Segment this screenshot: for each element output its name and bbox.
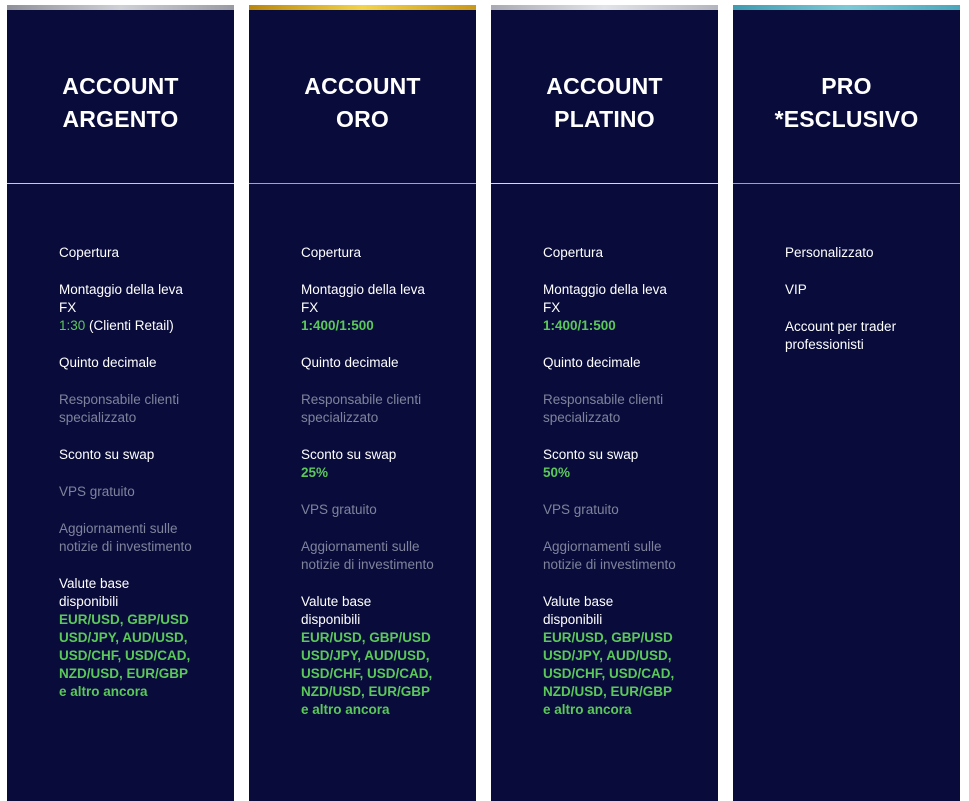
feature-value: EUR/USD, GBP/USD USD/JPY, AUD/USD, USD/C… (301, 630, 433, 717)
feature-vps: VPS gratuito (59, 483, 229, 501)
feature-aggiornamenti: Aggiornamenti sulle notizie di investime… (301, 538, 436, 574)
feature-label: VPS gratuito (301, 502, 377, 517)
account-card-argento: ACCOUNT ARGENTO Copertura Montaggio dell… (7, 5, 234, 801)
card-title: ACCOUNT ORO (304, 73, 421, 132)
feature-label: Quinto decimale (543, 355, 641, 370)
feature-value: 25% (301, 465, 329, 480)
feature-label: Aggiornamenti sulle notizie di investime… (301, 539, 434, 572)
card-title: ACCOUNT PLATINO (546, 73, 663, 132)
feature-quinto-decimale: Quinto decimale (543, 354, 713, 372)
feature-note: (Clienti Retail) (85, 318, 174, 333)
feature-label: Quinto decimale (301, 355, 399, 370)
feature-leva: Montaggio della leva FX 1:400/1:500 (543, 281, 668, 335)
feature-quinto-decimale: Quinto decimale (59, 354, 229, 372)
feature-list: Personalizzato VIP Account per trader pr… (785, 244, 955, 373)
feature-label: Account per trader professionisti (785, 319, 897, 352)
feature-valute: Valute base disponibili EUR/USD, GBP/USD… (301, 593, 436, 719)
feature-label: VIP (785, 282, 807, 297)
feature-label: Aggiornamenti sulle notizie di investime… (543, 539, 676, 572)
feature-responsabile: Responsabile clienti specializzato (59, 391, 194, 427)
feature-vip: VIP (785, 281, 955, 299)
feature-personalizzato: Personalizzato (785, 244, 955, 262)
feature-label: Copertura (543, 245, 604, 260)
feature-professionisti: Account per trader professionisti (785, 318, 915, 354)
feature-responsabile: Responsabile clienti specializzato (543, 391, 678, 427)
feature-value: EUR/USD, GBP/USD USD/JPY, AUD/USD, USD/C… (59, 612, 191, 699)
card-divider (7, 183, 234, 184)
feature-label: Sconto su swap (59, 447, 155, 462)
feature-label: Montaggio della leva FX (301, 282, 425, 315)
feature-list: Copertura Montaggio della leva FX 1:30 (… (59, 244, 229, 720)
feature-label: Copertura (59, 245, 120, 260)
account-card-platino: ACCOUNT PLATINO Copertura Montaggio dell… (491, 5, 718, 801)
feature-label: Quinto decimale (59, 355, 157, 370)
feature-label: Aggiornamenti sulle notizie di investime… (59, 521, 192, 554)
card-header: PRO *ESCLUSIVO (733, 10, 960, 184)
feature-leva: Montaggio della leva FX 1:30 (Clienti Re… (59, 281, 184, 335)
feature-value: 1:400/1:500 (301, 318, 374, 333)
card-divider (249, 183, 476, 184)
feature-sconto-swap: Sconto su swap 50% (543, 446, 713, 482)
feature-copertura: Copertura (301, 244, 471, 262)
feature-value: 1:400/1:500 (543, 318, 616, 333)
feature-list: Copertura Montaggio della leva FX 1:400/… (543, 244, 713, 738)
feature-value: EUR/USD, GBP/USD USD/JPY, AUD/USD, USD/C… (543, 630, 675, 717)
feature-label: Sconto su swap (301, 447, 397, 462)
card-title: ACCOUNT ARGENTO (62, 73, 179, 132)
feature-label: Responsabile clienti specializzato (543, 392, 664, 425)
feature-vps: VPS gratuito (301, 501, 471, 519)
feature-label: Personalizzato (785, 245, 874, 260)
feature-label: Valute base disponibili (543, 594, 614, 627)
feature-label: Valute base disponibili (301, 594, 372, 627)
card-header: ACCOUNT ARGENTO (7, 10, 234, 184)
feature-quinto-decimale: Quinto decimale (301, 354, 471, 372)
feature-copertura: Copertura (59, 244, 229, 262)
feature-sconto-swap: Sconto su swap (59, 446, 229, 464)
feature-label: Responsabile clienti specializzato (301, 392, 422, 425)
feature-value: 50% (543, 465, 571, 480)
feature-valute: Valute base disponibili EUR/USD, GBP/USD… (543, 593, 678, 719)
feature-responsabile: Responsabile clienti specializzato (301, 391, 436, 427)
feature-label: Copertura (301, 245, 362, 260)
account-card-pro-esclusivo: PRO *ESCLUSIVO Personalizzato VIP Accoun… (733, 5, 960, 801)
card-header: ACCOUNT ORO (249, 10, 476, 184)
card-divider (733, 183, 960, 184)
card-header: ACCOUNT PLATINO (491, 10, 718, 184)
feature-label: Montaggio della leva FX (543, 282, 667, 315)
feature-label: Valute base disponibili (59, 576, 130, 609)
feature-aggiornamenti: Aggiornamenti sulle notizie di investime… (59, 520, 194, 556)
feature-leva: Montaggio della leva FX 1:400/1:500 (301, 281, 426, 335)
feature-value: 1:30 (59, 318, 86, 333)
card-title: PRO *ESCLUSIVO (774, 73, 919, 132)
feature-list: Copertura Montaggio della leva FX 1:400/… (301, 244, 471, 738)
account-card-oro: ACCOUNT ORO Copertura Montaggio della le… (249, 5, 476, 801)
feature-aggiornamenti: Aggiornamenti sulle notizie di investime… (543, 538, 678, 574)
feature-label: Montaggio della leva FX (59, 282, 183, 315)
feature-label: Responsabile clienti specializzato (59, 392, 180, 425)
feature-vps: VPS gratuito (543, 501, 713, 519)
account-comparison: ACCOUNT ARGENTO Copertura Montaggio dell… (0, 0, 969, 801)
card-divider (491, 183, 718, 184)
feature-copertura: Copertura (543, 244, 713, 262)
feature-valute: Valute base disponibili EUR/USD, GBP/USD… (59, 575, 194, 701)
feature-label: VPS gratuito (543, 502, 619, 517)
feature-label: VPS gratuito (59, 484, 135, 499)
feature-label: Sconto su swap (543, 447, 639, 462)
feature-sconto-swap: Sconto su swap 25% (301, 446, 471, 482)
